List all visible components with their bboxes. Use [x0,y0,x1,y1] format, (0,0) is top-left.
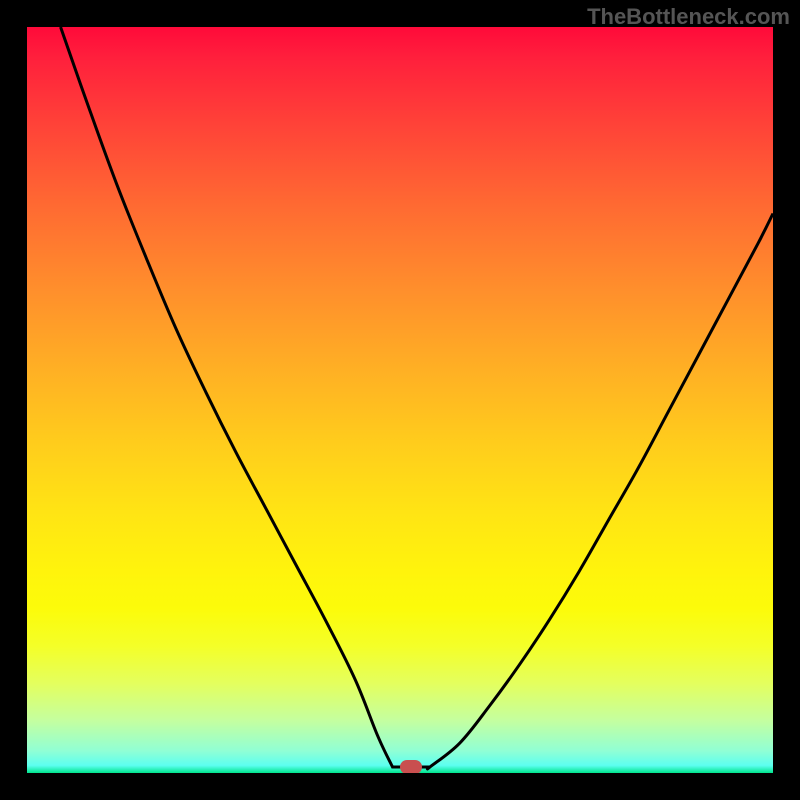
bottleneck-curve [27,27,773,773]
chart-container: TheBottleneck.com [0,0,800,800]
optimal-point-marker [400,760,422,773]
watermark-text: TheBottleneck.com [587,4,790,30]
plot-area [27,27,773,773]
